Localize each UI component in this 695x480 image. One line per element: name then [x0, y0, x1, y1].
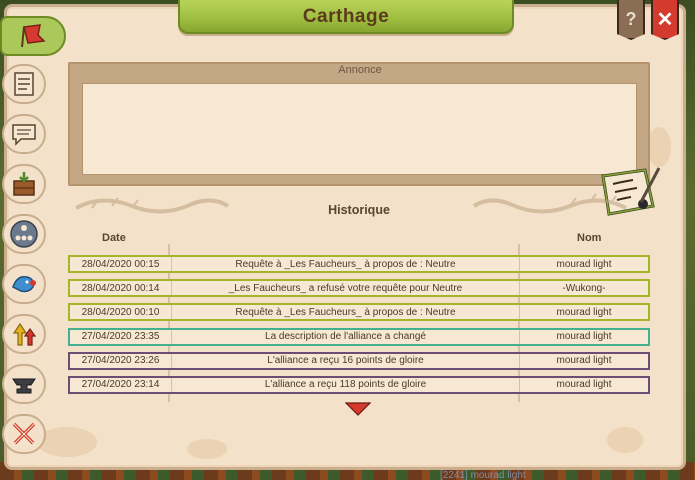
row-description: L'alliance a reçu 16 points de gloire	[172, 353, 520, 368]
history-row: 28/04/2020 00:15 Requête à _Les Faucheur…	[68, 255, 650, 273]
row-date: 28/04/2020 00:10	[70, 305, 172, 320]
history-row: 27/04/2020 23:35 La description de l'all…	[68, 327, 650, 346]
sidebar-item-chat[interactable]	[2, 114, 46, 154]
row-name[interactable]: mourad light	[520, 354, 648, 368]
row-date: 27/04/2020 23:26	[70, 353, 172, 368]
parchment-stain	[187, 439, 227, 459]
announcement-label: Annonce	[338, 64, 382, 76]
crate-icon	[13, 172, 35, 196]
window-title: Carthage	[302, 6, 390, 27]
chat-icon	[12, 124, 36, 146]
sidebar-item-members[interactable]	[2, 64, 46, 104]
history-row: 27/04/2020 23:26 L'alliance a reçu 16 po…	[68, 351, 650, 370]
row-date: 28/04/2020 00:15	[70, 257, 172, 271]
history-list: 28/04/2020 00:15 Requête à _Les Faucheur…	[68, 255, 650, 400]
parchment-stain	[607, 427, 643, 453]
row-description: Requête à _Les Faucheurs_ à propos de : …	[172, 305, 520, 320]
close-button[interactable]: ✕	[651, 0, 679, 40]
sidebar-item-war[interactable]	[2, 414, 46, 454]
alliance-flag-icon	[21, 24, 46, 48]
title-banner: Carthage	[178, 0, 514, 34]
dragon-icon	[12, 275, 36, 293]
sidebar-item-storage[interactable]	[2, 164, 46, 204]
row-description: Requête à _Les Faucheurs_ à propos de : …	[172, 257, 520, 271]
column-header-name: Nom	[577, 232, 602, 244]
history-row: 28/04/2020 00:10 Requête à _Les Faucheur…	[68, 303, 650, 322]
row-name[interactable]: mourad light	[520, 330, 648, 344]
upgrade-arrows-icon	[12, 322, 37, 346]
close-icon: ✕	[656, 8, 674, 31]
sidebar-item-upgrade[interactable]	[2, 314, 46, 354]
row-name[interactable]: -Wukong-	[520, 281, 648, 295]
row-date: 28/04/2020 00:14	[70, 281, 172, 296]
anvil-icon	[12, 378, 36, 394]
column-header-date: Date	[102, 232, 126, 244]
row-date: 27/04/2020 23:35	[70, 329, 172, 344]
row-name[interactable]: mourad light	[520, 257, 648, 271]
row-description: _Les Faucheurs_ a refusé votre requête p…	[172, 281, 520, 296]
history-row: 28/04/2020 00:14 _Les Faucheurs_ a refus…	[68, 279, 650, 298]
sidebar-item-dragon[interactable]	[2, 264, 46, 304]
help-icon: ?	[625, 8, 637, 29]
history-row: 27/04/2020 23:14 L'alliance a reçu 118 p…	[68, 375, 650, 394]
announcement-text-area[interactable]	[82, 83, 637, 175]
background-chat-snippet: [2241] mourad light	[440, 470, 526, 480]
sidebar-item-alliance[interactable]	[0, 16, 66, 56]
row-description: La description de l'alliance a changé	[172, 329, 520, 344]
parchment-stain	[647, 127, 671, 167]
sidebar-item-hierarchy[interactable]	[2, 214, 46, 254]
row-name[interactable]: mourad light	[520, 305, 648, 319]
row-description: L'alliance a reçu 118 points de gloire	[172, 377, 520, 392]
row-date: 27/04/2020 23:14	[70, 377, 172, 392]
row-name[interactable]: mourad light	[520, 378, 648, 392]
sidebar	[0, 14, 66, 464]
sidebar-item-forge[interactable]	[2, 364, 46, 404]
hierarchy-icon	[10, 220, 38, 248]
crossed-swords-icon	[12, 422, 36, 445]
help-button[interactable]: ?	[617, 0, 645, 40]
scroll-down-arrow-icon[interactable]	[345, 402, 371, 416]
member-list-icon	[14, 72, 34, 96]
history-title: Historique	[328, 203, 390, 217]
